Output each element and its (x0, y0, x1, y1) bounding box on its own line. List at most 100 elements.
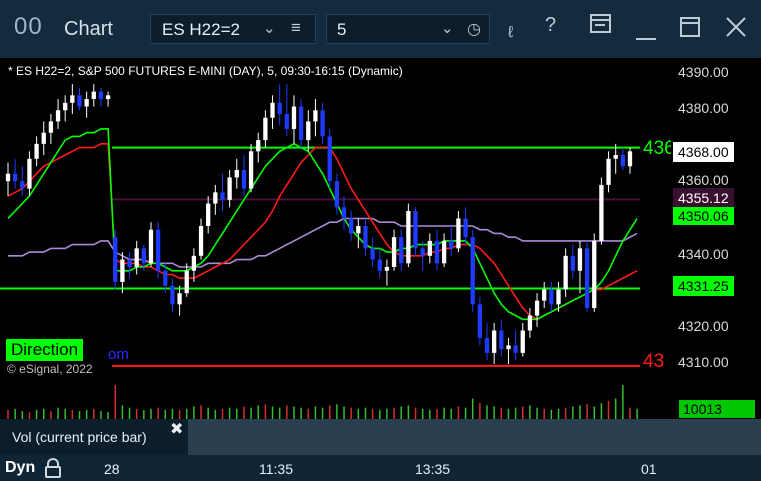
green-level-clip-label: 436 (643, 138, 675, 159)
chart-canvas[interactable] (0, 58, 671, 379)
candle-body (627, 151, 633, 167)
candle-body (470, 237, 475, 305)
volume-bar (622, 385, 624, 419)
candle-body (198, 225, 204, 256)
volume-bar (250, 407, 252, 419)
time-axis[interactable]: Dyn 28 11:35 13:35 01 (0, 455, 761, 481)
volume-bar (500, 407, 503, 419)
symbol-input[interactable]: ES H22=2 (162, 20, 240, 40)
window-title: Chart (64, 18, 113, 40)
candle-body (563, 255, 568, 290)
volume-bar (214, 409, 217, 419)
candle-body (241, 169, 247, 189)
symbol-selector[interactable]: ES H22=2 ⌄ ≡ (150, 14, 316, 44)
direction-badge[interactable]: Direction (6, 339, 84, 361)
maximize-icon[interactable] (680, 17, 700, 43)
volume-bar (328, 405, 331, 419)
volume-axis: 10013 (671, 379, 761, 419)
candle-body (91, 91, 96, 100)
candle-body (363, 225, 368, 249)
candle-body (492, 330, 497, 353)
interval-input[interactable]: 5 (337, 20, 346, 40)
volume-bar (614, 398, 617, 419)
volume-bar (636, 408, 638, 419)
interval-selector[interactable]: 5 ⌄ ◷ (326, 14, 490, 44)
volume-bar (171, 408, 174, 419)
candle-body (277, 102, 282, 114)
volume-bar (364, 407, 367, 419)
dynamic-mode-label[interactable]: Dyn (5, 459, 35, 477)
candle-body (256, 140, 261, 152)
volume-bar (400, 406, 402, 419)
volume-bar (236, 408, 238, 419)
price-tick: 4310.00 (678, 354, 729, 370)
chevron-down-icon[interactable]: ⌄ (441, 19, 454, 37)
maroon-level-flag: 4355.12 (673, 188, 734, 208)
candle-body (513, 345, 518, 353)
candle-body (413, 211, 418, 249)
volume-bar (457, 406, 460, 419)
draw-icon[interactable]: ℓ (508, 24, 513, 42)
price-chart[interactable]: * ES H22=2, S&P 500 FUTURES E-MINI (DAY)… (0, 58, 675, 379)
price-tick: 4380.00 (678, 100, 729, 116)
candle-body (163, 270, 168, 286)
volume-bar (164, 409, 167, 419)
volume-bar (57, 407, 59, 419)
green-level-flag: 4350.06 (673, 207, 734, 225)
price-tick: 4390.00 (678, 64, 729, 80)
candle-body (213, 192, 218, 204)
volume-bar (593, 406, 596, 419)
candle-body (55, 110, 61, 122)
volume-bar (557, 408, 560, 419)
candle-body (134, 248, 139, 268)
candle-body (556, 289, 561, 305)
lock-icon[interactable] (44, 458, 62, 481)
volume-bar (14, 408, 16, 419)
volume-bar (522, 406, 524, 419)
price-axis[interactable]: 4390.00 4380.00 4360.00 4340.00 4320.00 … (671, 58, 761, 379)
volume-panel-header: Vol (current price bar) ✖ (0, 419, 761, 455)
volume-bar (85, 409, 88, 419)
candle-body (77, 95, 82, 107)
volume-bar (286, 405, 288, 419)
volume-bar (421, 408, 424, 419)
green-low-level-flag: 4331.25 (673, 276, 734, 296)
volume-bar (572, 406, 574, 419)
volume-bar (7, 409, 9, 419)
candle-body (191, 255, 197, 271)
time-tick: 28 (104, 461, 120, 477)
volume-bar (207, 407, 209, 419)
volume-bar (64, 408, 66, 419)
volume-label-box[interactable]: Vol (current price bar) ✖ (0, 419, 188, 455)
volume-pane[interactable] (0, 379, 671, 419)
volume-bar (586, 404, 588, 419)
candle-body (184, 270, 189, 294)
volume-bar (314, 406, 317, 419)
candle-body (70, 95, 75, 103)
candle-body (584, 248, 590, 309)
purple-average-line (8, 217, 638, 268)
candle-body (570, 255, 575, 271)
close-study-icon[interactable]: ✖ (170, 419, 183, 439)
volume-bar (178, 409, 181, 419)
volume-bar (629, 407, 631, 419)
candle-body (613, 155, 618, 159)
candle-body (120, 259, 125, 282)
minimize-icon[interactable] (636, 24, 656, 47)
help-icon[interactable]: ? (545, 14, 556, 37)
panel-icon[interactable] (590, 14, 612, 40)
volume-bar (529, 405, 531, 419)
close-icon[interactable] (725, 16, 747, 44)
menu-icon[interactable]: ≡ (291, 18, 301, 38)
volume-bar (471, 398, 474, 419)
candle-body (420, 248, 425, 256)
volume-bar (550, 409, 553, 419)
volume-bar (336, 404, 338, 419)
candle-body (463, 218, 468, 238)
chevron-down-icon[interactable]: ⌄ (263, 19, 276, 37)
volume-bar (35, 409, 38, 419)
candle-body (141, 248, 146, 264)
clock-icon[interactable]: ◷ (467, 19, 481, 39)
candle-body (391, 237, 397, 268)
candle-body (549, 289, 554, 305)
